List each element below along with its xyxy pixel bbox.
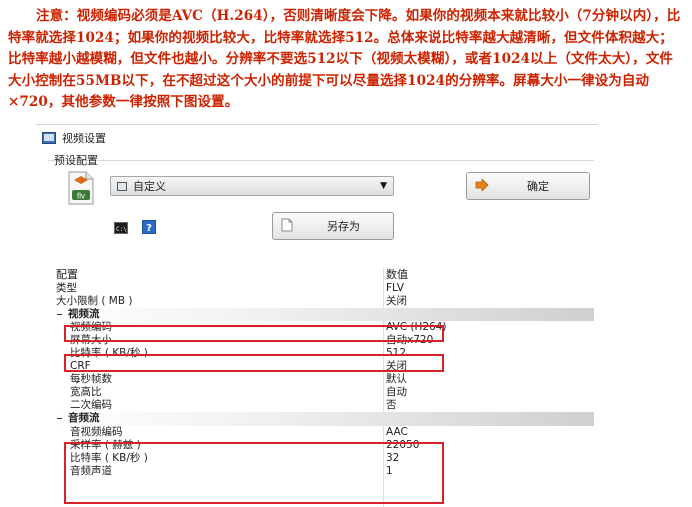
grid-row-fps[interactable]: 每秒帧数 默认 <box>54 373 594 386</box>
highlight-audio-settings <box>64 442 444 504</box>
instruction-note: 注意：视频编码必须是AVC（H.264），否则清晰度会下降。如果你的视频本来就比… <box>8 8 681 110</box>
highlight-video-bitrate <box>64 354 444 372</box>
svg-text:?: ? <box>146 223 152 234</box>
grid-row-two-pass[interactable]: 二次编码 否 <box>54 399 594 412</box>
row-value: FLV <box>386 281 404 294</box>
preset-dropdown[interactable]: 自定义 ▼ <box>110 176 394 196</box>
row-key: 类型 <box>56 281 77 294</box>
flv-icon-text: flv <box>77 192 85 201</box>
row-key: 每秒帧数 <box>70 373 112 386</box>
command-prompt-icon[interactable]: C:\ <box>114 222 128 237</box>
audio-stream-category[interactable]: − 音频流 <box>54 412 594 426</box>
save-as-button[interactable]: 另存为 <box>272 212 394 240</box>
svg-text:C:\: C:\ <box>116 226 127 233</box>
grid-row-audio-codec[interactable]: 音视频编码 AAC <box>54 426 594 439</box>
window-top-border <box>36 124 598 125</box>
save-file-icon <box>281 218 293 235</box>
video-stream-category[interactable]: − 视频流 <box>54 307 594 321</box>
row-value: 自动 <box>386 386 407 399</box>
window-title-bar: 视频设置 <box>42 130 106 146</box>
ok-button-label: 确定 <box>527 180 549 193</box>
collapse-icon[interactable]: − <box>56 412 63 425</box>
category-label: 视频流 <box>68 307 100 320</box>
save-as-label: 另存为 <box>327 220 360 233</box>
grid-row-type[interactable]: 类型 FLV <box>54 282 594 295</box>
flv-file-icon: flv <box>66 170 96 209</box>
grid-row-aspect-ratio[interactable]: 宽高比 自动 <box>54 386 594 399</box>
window-title: 视频设置 <box>62 132 106 145</box>
row-key: 宽高比 <box>70 386 102 399</box>
preset-list-icon <box>117 181 127 191</box>
row-key: 大小限制 ( MB ) <box>56 294 133 307</box>
preset-selected-value: 自定义 <box>133 180 166 193</box>
grid-row-size-limit[interactable]: 大小限制 ( MB ) 关闭 <box>54 295 594 308</box>
row-value: 关闭 <box>386 294 407 307</box>
header-value: 数值 <box>386 268 408 281</box>
ok-button[interactable]: 确定 <box>466 172 590 200</box>
window-settings-icon <box>42 132 56 144</box>
row-value: 否 <box>386 399 397 412</box>
preset-group-label: 预设配置 <box>54 154 98 167</box>
help-icon[interactable]: ? <box>142 220 156 237</box>
header-config: 配置 <box>56 268 78 281</box>
row-value: AAC <box>386 425 408 438</box>
highlight-video-codec <box>64 325 444 342</box>
row-key: 音视频编码 <box>70 425 123 438</box>
chevron-down-icon: ▼ <box>380 181 387 191</box>
video-settings-window: 视频设置 预设配置 flv 自定义 ▼ 确定 C:\ ? 另存为 配置 数值 类… <box>36 122 598 507</box>
collapse-icon[interactable]: − <box>56 308 63 321</box>
grid-header-row: 配置 数值 <box>54 268 594 282</box>
arrow-right-icon <box>475 177 489 194</box>
row-key: 二次编码 <box>70 399 112 412</box>
category-label: 音频流 <box>68 412 100 425</box>
row-value: 默认 <box>386 373 407 386</box>
